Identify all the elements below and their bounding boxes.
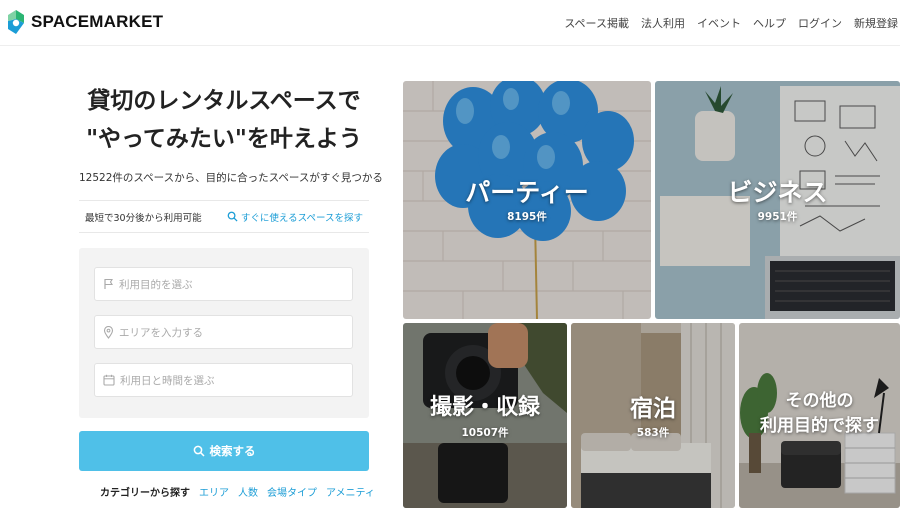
category-links-label: カテゴリーから探す — [100, 488, 190, 499]
tile-business-count: 9951件 — [757, 211, 798, 223]
area-input[interactable]: エリアを入力する — [94, 315, 353, 349]
tile-other-name: その他の 利用目的で探す — [739, 389, 900, 439]
flag-icon — [104, 278, 113, 289]
tile-photo-name: 撮影・収録 — [429, 395, 540, 420]
quick-search-link[interactable]: すぐに使えるスペースを探す — [227, 210, 363, 224]
date-time-placeholder: 利用日と時間を選ぶ — [120, 374, 215, 387]
calendar-icon — [103, 374, 115, 386]
hero-title-line2: "やってみたい"を叶えよう — [86, 126, 362, 152]
category-tile-business[interactable]: ビジネス 9951件 — [655, 81, 900, 319]
spacemarket-logo-icon — [8, 10, 24, 34]
category-link-capacity[interactable]: 人数 — [238, 484, 258, 499]
nav-event[interactable]: イベント — [697, 15, 741, 31]
tile-photo-count: 10507件 — [461, 427, 509, 439]
category-links: カテゴリーから探す エリア 人数 会場タイプ アメニティ — [100, 484, 375, 499]
search-button[interactable]: 検索する — [79, 431, 369, 471]
category-tile-party[interactable]: パーティー 8195件 — [403, 81, 651, 319]
location-pin-icon — [103, 325, 114, 339]
tile-party-count: 8195件 — [507, 211, 547, 223]
logo-text: SPACEMARKET — [31, 12, 164, 31]
nav-list-space[interactable]: スペース掲載 — [564, 15, 629, 31]
purpose-placeholder: 利用目的を選ぶ — [119, 278, 193, 291]
search-icon — [193, 445, 205, 457]
quick-availability-text: 最短で30分後から利用可能 — [85, 212, 202, 224]
tile-stay-count: 583件 — [636, 427, 670, 439]
quick-search-link-label: すぐに使えるスペースを探す — [240, 212, 363, 224]
tile-other-name-line2: 利用目的で探す — [760, 416, 879, 436]
area-placeholder: エリアを入力する — [119, 326, 203, 339]
hero-title: 貸切のレンタルスペースで "やってみたい"を叶えよう — [79, 82, 369, 158]
nav-corporate[interactable]: 法人利用 — [641, 15, 685, 31]
logo[interactable]: SPACEMARKET — [6, 9, 163, 35]
top-nav: スペース掲載 法人利用 イベント ヘルプ ログイン 新規登録 — [564, 15, 898, 31]
category-link-area[interactable]: エリア — [199, 484, 229, 499]
quick-availability-row: 最短で30分後から利用可能 すぐに使えるスペースを探す — [79, 200, 369, 233]
purpose-select[interactable]: 利用目的を選ぶ — [94, 267, 353, 301]
tile-party-name: パーティー — [465, 178, 589, 207]
search-panel: 利用目的を選ぶ エリアを入力する 利用日と時間を選ぶ — [79, 248, 369, 418]
category-link-venue-type[interactable]: 会場タイプ — [267, 484, 317, 499]
date-time-select[interactable]: 利用日と時間を選ぶ — [94, 363, 353, 397]
hero-subtitle: 12522件のスペースから、目的に合ったスペースがすぐ見つかる — [79, 172, 383, 184]
search-icon — [227, 211, 238, 222]
nav-help[interactable]: ヘルプ — [753, 15, 786, 31]
search-button-label: 検索する — [209, 444, 256, 458]
tile-stay-name: 宿泊 — [630, 396, 676, 422]
hero-title-line1: 貸切のレンタルスペースで — [87, 88, 361, 114]
tile-other-name-line1: その他の — [785, 391, 854, 411]
nav-login[interactable]: ログイン — [798, 15, 842, 31]
category-link-amenity[interactable]: アメニティ — [326, 484, 375, 499]
category-tile-stay[interactable]: 宿泊 583件 — [571, 323, 735, 508]
site-header: SPACEMARKET スペース掲載 法人利用 イベント ヘルプ ログイン 新規… — [0, 0, 900, 46]
category-tile-other[interactable]: その他の 利用目的で探す — [739, 323, 900, 508]
nav-signup[interactable]: 新規登録 — [854, 15, 898, 31]
category-tile-photo[interactable]: 撮影・収録 10507件 — [403, 323, 567, 508]
tile-business-name: ビジネス — [727, 178, 828, 207]
